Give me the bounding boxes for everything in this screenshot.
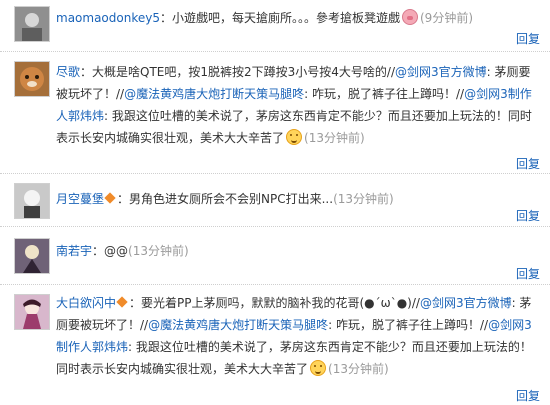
avatar-image [15, 7, 49, 41]
comment-text: : 咋玩，脱了裤子往上蹲吗！// [304, 87, 465, 101]
comment-body: 月空蔓堡 ：男角色进女厕所会不会别NPC打出来...(13分钟前) [56, 188, 540, 210]
reply-link[interactable]: 回复 [516, 387, 540, 404]
comment-item: 大白欲闪中 ：要光着PP上茅厕吗，默默的脑补我的花哥(●´ω`●)//@剑网3官方… [0, 286, 550, 405]
reply-link[interactable]: 回复 [516, 30, 540, 47]
mention-link[interactable]: @魔法黄鸡唐大炮打断天策马腿咚 [124, 87, 304, 101]
comment-text: ：小遊戲吧，每天搶廁所。。。參考搶板凳遊戲 [159, 11, 400, 25]
comment-body: 南若宇：@@(13分钟前) [56, 240, 540, 262]
comment-text: ：要光着PP上茅厕吗，默默的脑补我的花哥(●´ω`●)// [129, 296, 420, 310]
timestamp: (13分钟前) [128, 244, 189, 258]
comment-text: : 我跟这位吐槽的美术说了，茅房这东西肯定不能少？而且还要加上玩法的！同时表示长… [56, 340, 532, 376]
timestamp: (9分钟前) [420, 11, 473, 25]
comment-body: 尽歌：大概是啥QTE吧，按1脱裤按2下蹲按3小号按4大号啥的//@剑网3官方微博… [56, 61, 540, 149]
avatar-image [15, 295, 49, 329]
timestamp: (13分钟前) [304, 131, 365, 145]
mention-link[interactable]: @剑网3官方微博 [395, 65, 487, 79]
mention-link[interactable]: @剑网3官方微博 [420, 296, 512, 310]
comment-text: ：男角色进女厕所会不会别NPC打出来... [117, 192, 334, 206]
avatar-image [15, 184, 49, 218]
username-link[interactable]: 大白欲闪中 [56, 296, 116, 310]
comment-feed: maomaodonkey5：小遊戲吧，每天搶廁所。。。參考搶板凳遊戲 (9分钟前)… [0, 0, 550, 405]
comment-item: 尽歌：大概是啥QTE吧，按1脱裤按2下蹲按3小号按4大号啥的//@剑网3官方微博… [0, 53, 550, 174]
avatar[interactable] [14, 238, 50, 274]
smile-emoji-icon [310, 360, 327, 376]
comment-item: 南若宇：@@(13分钟前) 回复 [0, 228, 550, 285]
comment-text: ：大概是啥QTE吧，按1脱裤按2下蹲按3小号按4大号啥的// [80, 65, 395, 79]
reply-link[interactable]: 回复 [516, 155, 540, 172]
comment-text: : 咋玩，脱了裤子往上蹲吗！// [328, 318, 489, 332]
avatar-image [15, 239, 49, 273]
avatar[interactable] [14, 183, 50, 219]
username-link[interactable]: maomaodonkey5 [56, 11, 160, 25]
vip-badge-icon [116, 296, 128, 308]
avatar[interactable] [14, 61, 50, 97]
comment-body: 大白欲闪中 ：要光着PP上茅厕吗，默默的脑补我的花哥(●´ω`●)//@剑网3官方… [56, 292, 540, 380]
reply-link[interactable]: 回复 [516, 265, 540, 282]
pig-emoji-icon [402, 9, 418, 25]
avatar-image [15, 62, 49, 96]
username-link[interactable]: 月空蔓堡 [56, 192, 104, 206]
mention-link[interactable]: @魔法黄鸡唐大炮打断天策马腿咚 [148, 318, 328, 332]
comment-body: maomaodonkey5：小遊戲吧，每天搶廁所。。。參考搶板凳遊戲 (9分钟前) [56, 7, 540, 29]
vip-badge-icon [104, 192, 116, 204]
avatar[interactable] [14, 6, 50, 42]
avatar[interactable] [14, 294, 50, 330]
timestamp: (13分钟前) [328, 362, 389, 376]
smile-emoji-icon [286, 129, 303, 145]
username-link[interactable]: 南若宇 [56, 244, 92, 258]
comment-item: maomaodonkey5：小遊戲吧，每天搶廁所。。。參考搶板凳遊戲 (9分钟前)… [0, 0, 550, 52]
comment-text: ：@@ [92, 244, 129, 258]
comment-item: 月空蔓堡 ：男角色进女厕所会不会别NPC打出来...(13分钟前) 回复 [0, 175, 550, 227]
timestamp: (13分钟前) [333, 192, 394, 206]
username-link[interactable]: 尽歌 [56, 65, 80, 79]
reply-link[interactable]: 回复 [516, 207, 540, 224]
